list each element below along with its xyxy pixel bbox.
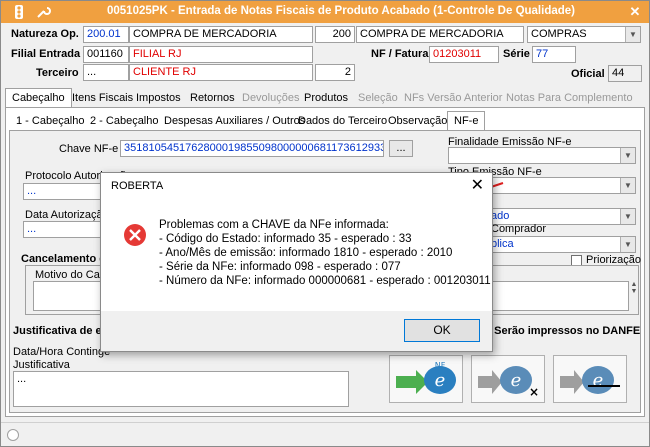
natureza-num-field[interactable]: 200 bbox=[315, 26, 355, 43]
error-dialog: ROBERTA ✕ Problemas com a CHAVE da NFe i… bbox=[100, 172, 493, 352]
nfe-disable-button[interactable]: e bbox=[553, 355, 627, 403]
natureza-label: Natureza Op. bbox=[11, 28, 79, 40]
status-indicator-icon bbox=[7, 429, 19, 441]
tab-cabecalho[interactable]: Cabeçalho bbox=[5, 88, 72, 108]
wrench-icon[interactable] bbox=[35, 4, 51, 20]
chevron-down-icon[interactable]: ▼ bbox=[620, 148, 635, 163]
tab-retornos[interactable]: Retornos bbox=[183, 88, 242, 108]
chevron-down-icon[interactable]: ▼ bbox=[620, 178, 635, 193]
svg-text:e: e bbox=[511, 370, 522, 391]
nf-label: NF / Fatura bbox=[371, 48, 429, 60]
window-close-button[interactable]: ✕ bbox=[627, 4, 643, 20]
oficial-field: 44 bbox=[608, 65, 642, 82]
dialog-line: - Número da NFe: informado 000000681 - e… bbox=[159, 275, 491, 287]
tab-nfs-versao-anterior[interactable]: NFs Versão Anterior bbox=[397, 88, 509, 108]
error-icon bbox=[124, 224, 146, 246]
traffic-light-icon[interactable] bbox=[11, 4, 27, 20]
oficial-label: Oficial bbox=[571, 68, 605, 80]
chave-field[interactable]: 3518105451762800019855098000000681173612… bbox=[120, 140, 384, 157]
filial-label: Filial Entrada bbox=[11, 48, 81, 60]
dialog-line: - Ano/Mês de emissão: informado 1810 - e… bbox=[159, 247, 453, 259]
serie-label: Série bbox=[503, 48, 530, 60]
svg-text:NF: NF bbox=[435, 361, 446, 370]
tab-nfe[interactable]: NF-e bbox=[447, 111, 486, 131]
nf-field[interactable]: 01203011 bbox=[429, 46, 499, 63]
tab-despesas[interactable]: Despesas Auxiliares / Outros bbox=[157, 111, 312, 131]
svg-text:e: e bbox=[593, 370, 604, 391]
danfe-label: . Serão impressos no DANFE bbox=[488, 325, 641, 337]
tab-produtos[interactable]: Produtos bbox=[297, 88, 355, 108]
filial-code-field[interactable]: 001160 bbox=[83, 46, 129, 63]
terceiro-code-field[interactable]: ... bbox=[83, 64, 129, 81]
data-contingencia-label: Data/Hora Contingê bbox=[13, 346, 111, 358]
tab-dados-terceiro[interactable]: Dados do Terceiro bbox=[291, 111, 394, 131]
main-tab-bar: Cabeçalho Itens Fiscais Impostos Retorno… bbox=[5, 88, 645, 108]
chevron-down-icon[interactable]: ▼ bbox=[620, 237, 635, 252]
natureza-desc-field[interactable]: COMPRA DE MERCADORIA bbox=[129, 26, 313, 43]
nfe-send-button[interactable]: e NF bbox=[389, 355, 463, 403]
chevron-down-icon[interactable]: ▼ bbox=[625, 27, 640, 42]
tab-impostos[interactable]: Impostos bbox=[129, 88, 188, 108]
comprador-value: blica bbox=[491, 238, 514, 250]
justificativa-label: Justificativa bbox=[13, 359, 70, 371]
ok-button[interactable]: OK bbox=[404, 319, 480, 342]
dialog-line: - Série da NFe: informado 098 - esperado… bbox=[159, 261, 401, 273]
nfe-cancel-button[interactable]: e × bbox=[471, 355, 545, 403]
chevron-down-icon[interactable]: ▼ bbox=[620, 209, 635, 224]
tab-1-cabecalho[interactable]: 1 - Cabeçalho bbox=[9, 111, 92, 131]
natureza-type-value: COMPRAS bbox=[531, 28, 587, 40]
finalidade-select[interactable]: ▼ bbox=[448, 147, 636, 164]
dialog-footer: OK bbox=[101, 311, 492, 351]
chave-lookup-button[interactable]: ... bbox=[389, 140, 413, 157]
tab-observacao[interactable]: Observação bbox=[381, 111, 454, 131]
window-title: 0051025PK - Entrada de Notas Fiscais de … bbox=[107, 5, 575, 17]
main-window: 0051025PK - Entrada de Notas Fiscais de … bbox=[0, 0, 650, 447]
nfe-disable-icon: e bbox=[560, 366, 620, 394]
natureza-code-field[interactable]: 200.01 bbox=[83, 26, 129, 43]
dialog-line: - Código do Estado: informado 35 - esper… bbox=[159, 233, 412, 245]
dialog-line: Problemas com a CHAVE da NFe informada: bbox=[159, 219, 389, 231]
tab-devolucoes[interactable]: Devoluções bbox=[235, 88, 306, 108]
tab-notas-complemento[interactable]: Notas Para Complemento bbox=[499, 88, 640, 108]
dialog-title: ROBERTA bbox=[111, 180, 164, 192]
tab-2-cabecalho[interactable]: 2 - Cabeçalho bbox=[83, 111, 166, 131]
terceiro-num-field[interactable]: 2 bbox=[315, 64, 355, 81]
justificativa-field[interactable]: ... bbox=[13, 371, 349, 407]
terceiro-name-field[interactable]: CLIENTE RJ bbox=[129, 64, 313, 81]
chave-label: Chave NF-e bbox=[59, 143, 119, 155]
status-bar bbox=[1, 422, 649, 446]
terceiro-label: Terceiro bbox=[36, 67, 79, 79]
svg-text:×: × bbox=[529, 385, 539, 399]
nfe-send-icon: e NF bbox=[396, 361, 456, 394]
nfe-cancel-icon: e × bbox=[478, 366, 539, 399]
serie-field[interactable]: 77 bbox=[532, 46, 576, 63]
natureza-type-select[interactable]: COMPRAS ▼ bbox=[527, 26, 641, 43]
dialog-close-button[interactable]: ✕ bbox=[471, 175, 484, 195]
sub-tab-bar: 1 - Cabeçalho 2 - Cabeçalho Despesas Aux… bbox=[9, 111, 639, 131]
scrollbar[interactable]: ▲ ▼ bbox=[629, 281, 639, 311]
justificativa-section: Justificativa de e bbox=[13, 325, 102, 337]
dialog-message: Problemas com a CHAVE da NFe informada: … bbox=[159, 218, 491, 288]
svg-text:e: e bbox=[435, 370, 446, 391]
cancelamento-section: Cancelamento d bbox=[21, 253, 106, 265]
natureza-desc2-field[interactable]: COMPRA DE MERCADORIA bbox=[356, 26, 524, 43]
filial-name-field[interactable]: FILIAL RJ bbox=[129, 46, 313, 63]
title-bar: 0051025PK - Entrada de Notas Fiscais de … bbox=[1, 1, 649, 23]
data-autorizacao-label: Data Autorização bbox=[25, 209, 109, 221]
